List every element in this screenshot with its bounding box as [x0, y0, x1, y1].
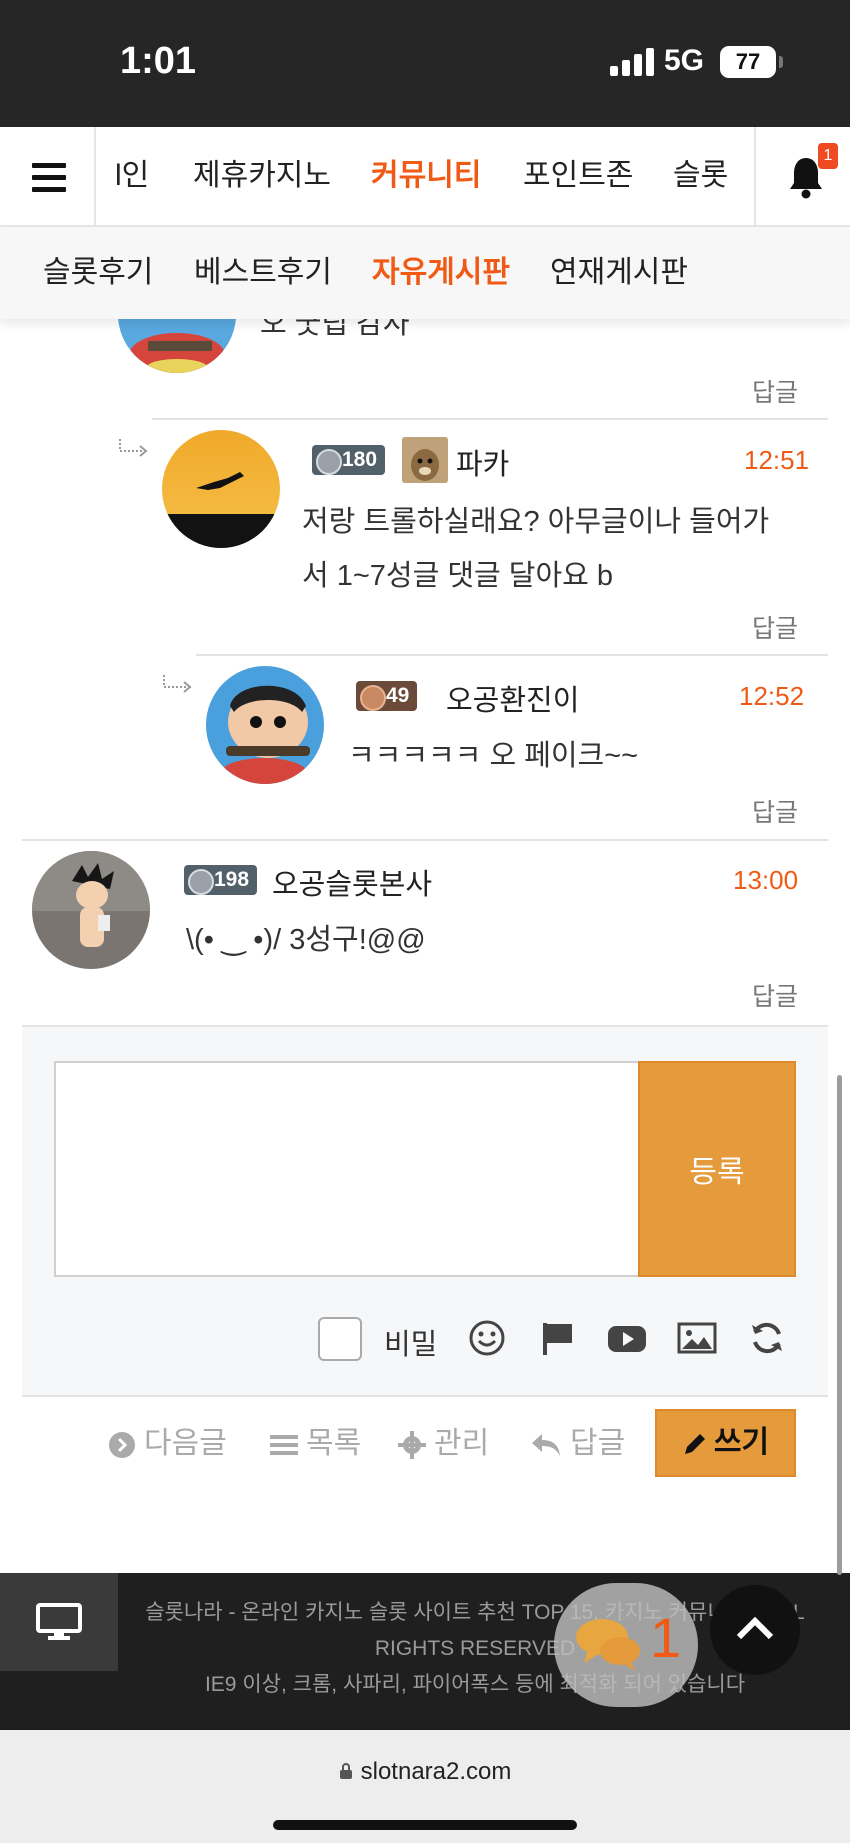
url-text: slotnara2.com: [360, 1758, 512, 1785]
comment-form: 등록 비밀: [22, 1025, 828, 1397]
user-icon: [402, 437, 448, 483]
divider: [152, 418, 828, 420]
chat-count: 1: [650, 1606, 682, 1669]
scroll-top-button[interactable]: [710, 1585, 800, 1675]
battery-tip: [779, 56, 783, 68]
reply-arrow-icon: [118, 437, 148, 459]
refresh-icon[interactable]: [748, 1319, 786, 1357]
main-nav: l인 제휴카지노 커뮤니티 포인트존 슬롯: [0, 127, 850, 227]
nav-item-0[interactable]: l인: [115, 127, 149, 225]
chat-icon: [576, 1619, 640, 1671]
submit-button[interactable]: 등록: [638, 1061, 796, 1277]
comment-author: 오공환진이: [446, 685, 580, 717]
network-type: 5G: [664, 44, 705, 77]
write-button[interactable]: 쓰기: [655, 1409, 796, 1477]
reply-button[interactable]: 답글: [530, 1409, 625, 1479]
comment-text: 저랑 트롤하실래요? 아무글이나 들어가 서 1~7성글 댓글 달아요 b: [302, 506, 770, 592]
menu-icon[interactable]: [0, 127, 96, 225]
divider: [196, 654, 828, 656]
nav-track: l인 제휴카지노 커뮤니티 포인트존 슬롯: [98, 127, 754, 225]
reply-link[interactable]: 답글: [752, 373, 798, 409]
comment-time: 12:51: [744, 445, 810, 475]
nav-item-community[interactable]: 커뮤니티: [371, 127, 481, 225]
avatar: [32, 851, 150, 969]
image-icon[interactable]: [676, 1319, 718, 1357]
comment-list: 오 굿팁 감사 답글 180 파카 12:51 저랑 트롤하실래요? 아무글이나…: [0, 319, 850, 1573]
write-label: 쓰기: [713, 1426, 770, 1459]
level-badge: 49: [356, 681, 418, 711]
level-badge: 180: [312, 445, 386, 475]
sub-nav-slot-review[interactable]: 슬롯후기: [43, 227, 153, 319]
reply-link[interactable]: 답글: [752, 977, 798, 1013]
comment-time: 12:52: [739, 681, 805, 711]
flag-icon[interactable]: [538, 1319, 576, 1357]
post-actions: 다음글 목록 관리 답글 쓰기: [0, 1409, 850, 1489]
comment-author: 파카: [456, 449, 510, 481]
nav-item-slot[interactable]: 슬롯: [673, 127, 728, 225]
pc-version-button[interactable]: [0, 1573, 118, 1671]
chevron-right-circle-icon: [109, 1432, 135, 1459]
secret-checkbox[interactable]: [318, 1317, 362, 1361]
sub-nav-best-review[interactable]: 베스트후기: [194, 227, 332, 319]
reply-label: 답글: [570, 1427, 626, 1460]
youtube-icon[interactable]: [606, 1319, 648, 1357]
avatar: [118, 319, 236, 373]
chevron-up-icon: [736, 1616, 774, 1640]
manage-button[interactable]: 관리: [398, 1409, 489, 1479]
notification-badge: 1: [818, 143, 838, 169]
pencil-icon: [684, 1434, 705, 1455]
nav-item-affiliate-casino[interactable]: 제휴카지노: [193, 127, 331, 225]
reply-icon: [532, 1434, 560, 1457]
url-field[interactable]: slotnara2.com: [0, 1758, 850, 1786]
comment-text: ㅋㅋㅋㅋㅋ 오 페이크~~: [348, 740, 639, 772]
notification-button[interactable]: [754, 127, 850, 225]
comment-text: 오 굿팁 감사: [260, 319, 410, 340]
browser-url-bar: slotnara2.com: [0, 1730, 850, 1843]
level-badge: 198: [184, 865, 258, 895]
scrollbar[interactable]: [837, 1075, 842, 1575]
comment-author: 오공슬롯본사: [272, 869, 433, 901]
next-post-label: 다음글: [144, 1427, 227, 1460]
home-indicator: [273, 1820, 577, 1830]
signal-icon: [610, 48, 654, 76]
comment-time: 13:00: [733, 865, 799, 895]
comment-input[interactable]: [54, 1061, 640, 1277]
reply-link[interactable]: 답글: [752, 609, 798, 645]
gear-icon: [398, 1431, 426, 1460]
smile-icon[interactable]: [468, 1319, 506, 1357]
sub-nav-serial-board[interactable]: 연재게시판: [550, 227, 688, 319]
status-bar: 1:01 5G 77: [0, 0, 850, 127]
battery-icon: 77: [720, 46, 776, 78]
nav-item-point-zone[interactable]: 포인트존: [523, 127, 633, 225]
sub-nav: 슬롯후기 베스트후기 자유게시판 연재게시판: [0, 227, 850, 319]
chat-button[interactable]: 1: [554, 1583, 698, 1707]
avatar: [206, 666, 324, 784]
secret-label: 비밀: [384, 1329, 438, 1361]
comment-text: \(• ‿ •)/ 3성구!@@: [186, 924, 426, 956]
divider: [22, 839, 828, 841]
reply-link[interactable]: 답글: [752, 793, 798, 829]
lock-icon: [339, 1763, 352, 1779]
list-button[interactable]: 목록: [270, 1409, 361, 1479]
next-post-button[interactable]: 다음글: [108, 1409, 227, 1479]
sub-nav-free-board[interactable]: 자유게시판: [372, 227, 510, 319]
status-time: 1:01: [120, 40, 197, 82]
avatar: [162, 430, 280, 548]
list-label: 목록: [306, 1427, 362, 1460]
desktop-icon: [36, 1603, 82, 1640]
manage-label: 관리: [434, 1427, 490, 1460]
reply-arrow-icon: [162, 673, 192, 695]
footer-line-3: IE9 이상, 크롬, 사파리, 파이어폭스 등에 최적화 되어 있습니다: [204, 1673, 746, 1696]
list-icon: [270, 1435, 298, 1456]
